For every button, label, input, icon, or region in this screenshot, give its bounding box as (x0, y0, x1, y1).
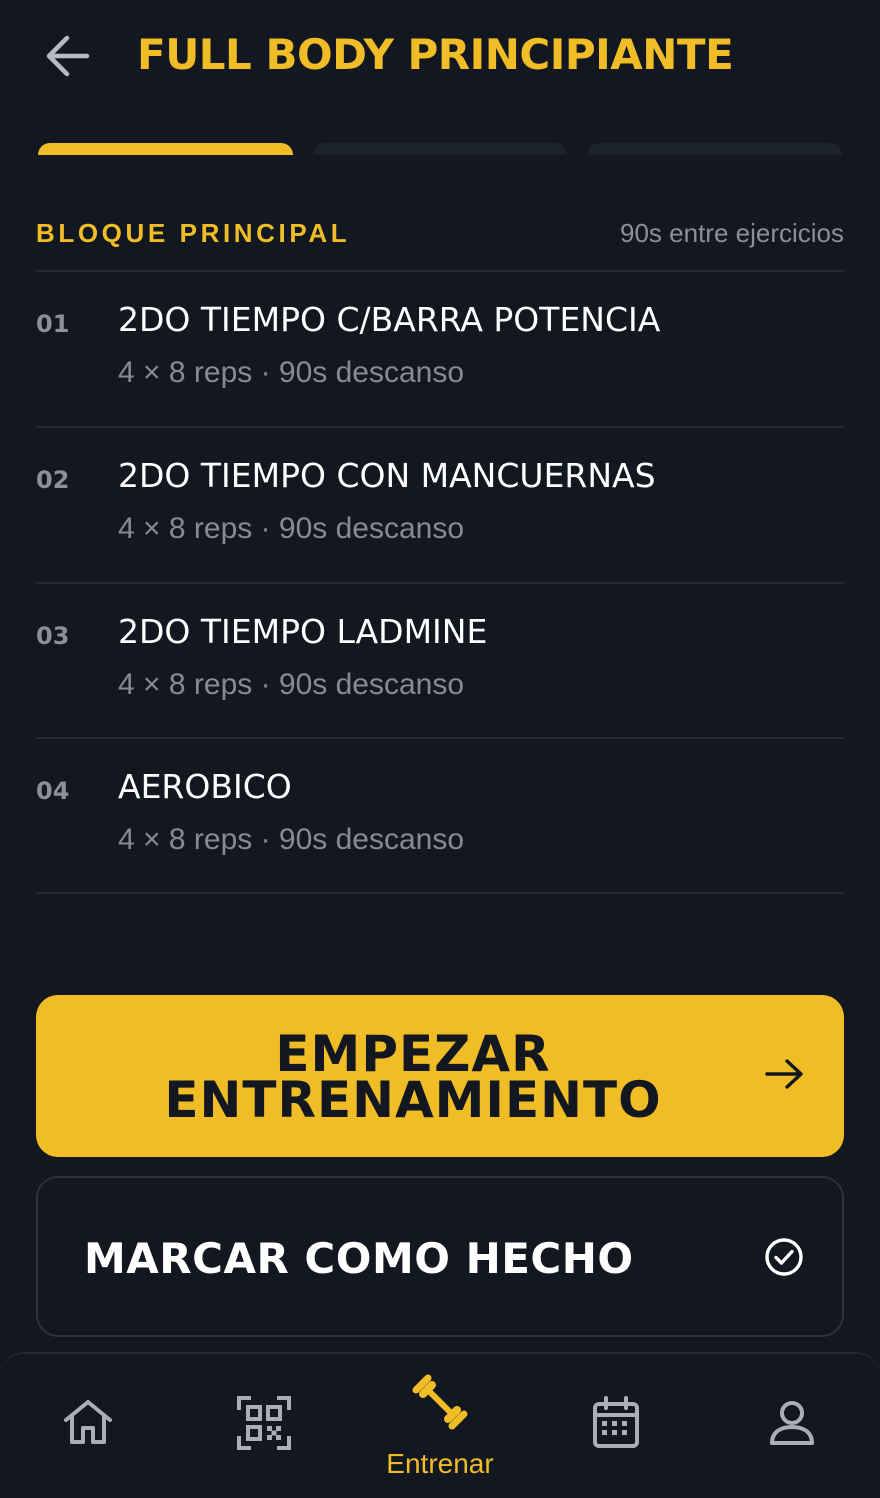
block-progress-segments (38, 143, 843, 155)
exercise-row[interactable]: 02 2DO TIEMPO CON MANCUERNAS 4 × 8 reps … (36, 428, 844, 583)
nav-profile[interactable] (732, 1354, 852, 1498)
bottom-nav: Entrenar (0, 1352, 880, 1498)
section-header: BLOQUE PRINCIPAL 90s entre ejercicios (36, 216, 844, 256)
header: FULL BODY PRINCIPIANTE (0, 0, 880, 110)
section-title: BLOQUE PRINCIPAL (36, 218, 351, 248)
segment-1[interactable] (38, 143, 293, 155)
exercise-meta: 4 × 8 reps · 90s descanso (118, 668, 465, 701)
page-title: FULL BODY PRINCIPIANTE (137, 30, 734, 79)
workout-detail-screen: FULL BODY PRINCIPIANTE BLOQUE PRINCIPAL … (0, 0, 880, 1498)
nav-train-label: Entrenar (386, 1448, 494, 1479)
calendar-icon (593, 1396, 639, 1448)
dumbbell-icon (412, 1374, 468, 1430)
start-workout-label-line2: ENTRENAMIENTO (164, 1071, 662, 1129)
exercise-meta: 4 × 8 reps · 90s descanso (118, 512, 465, 545)
divider (36, 892, 844, 894)
home-icon (64, 1400, 112, 1444)
exercise-row[interactable]: 01 2DO TIEMPO C/BARRA POTENCIA 4 × 8 rep… (36, 272, 844, 427)
exercise-number: 03 (36, 622, 70, 650)
exercise-row[interactable]: 03 2DO TIEMPO LADMINE 4 × 8 reps · 90s d… (36, 584, 844, 739)
section-rest-info: 90s entre ejercicios (620, 218, 844, 248)
exercise-name: 2DO TIEMPO CON MANCUERNAS (118, 456, 656, 495)
exercise-name: AEROBICO (118, 767, 292, 806)
nav-home[interactable] (28, 1354, 148, 1498)
exercise-name: 2DO TIEMPO LADMINE (118, 612, 488, 651)
exercise-meta: 4 × 8 reps · 90s descanso (118, 356, 465, 389)
segment-2[interactable] (312, 143, 568, 155)
arrow-left-icon (46, 35, 90, 77)
exercise-row[interactable]: 04 AEROBICO 4 × 8 reps · 90s descanso (36, 739, 844, 894)
exercise-number: 04 (36, 777, 70, 805)
back-button[interactable] (36, 26, 100, 86)
qr-code-icon (237, 1396, 291, 1450)
nav-qr-scan[interactable] (204, 1354, 324, 1498)
arrow-right-icon (765, 1059, 803, 1089)
exercise-name: 2DO TIEMPO C/BARRA POTENCIA (118, 300, 661, 339)
exercise-meta: 4 × 8 reps · 90s descanso (118, 823, 465, 856)
profile-icon (770, 1401, 814, 1445)
segment-3[interactable] (587, 143, 843, 155)
mark-done-label: MARCAR COMO HECHO (84, 1234, 634, 1283)
start-workout-label: EMPEZAR ENTRENAMIENTO (88, 1029, 738, 1129)
exercise-number: 02 (36, 466, 70, 494)
nav-train[interactable]: Entrenar (380, 1354, 500, 1498)
nav-calendar[interactable] (556, 1354, 676, 1498)
start-workout-button[interactable]: EMPEZAR ENTRENAMIENTO (36, 995, 844, 1157)
mark-done-button[interactable]: MARCAR COMO HECHO (36, 1176, 844, 1337)
exercise-number: 01 (36, 310, 70, 338)
check-circle-icon (765, 1238, 803, 1276)
